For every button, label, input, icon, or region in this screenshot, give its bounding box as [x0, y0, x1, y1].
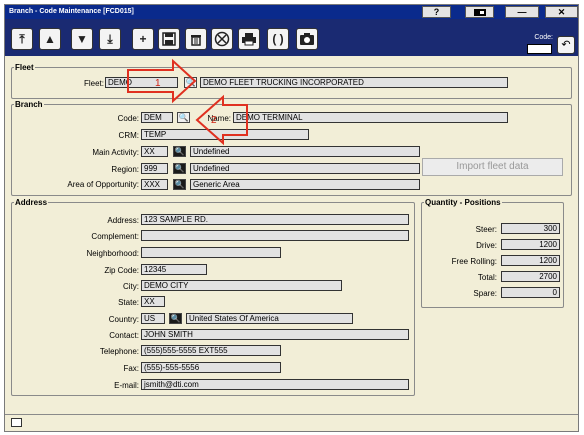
annotation-overlay: 1 2 — [127, 58, 248, 146]
annotation-arrow-2 — [195, 94, 248, 146]
annotation-label-2: 2 — [211, 115, 217, 126]
branch-code-maintenance-window: Branch - Code Maintenance [FCD015] ? — ✕… — [4, 4, 579, 432]
annotation-arrow-1 — [127, 58, 197, 104]
annotation-label-1: 1 — [155, 78, 161, 89]
